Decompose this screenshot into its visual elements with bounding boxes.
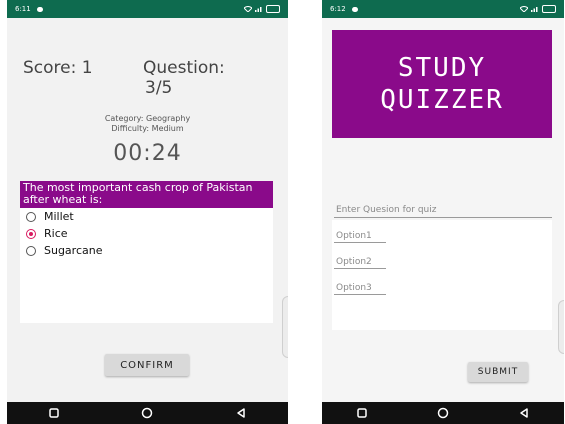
battery-icon	[542, 5, 556, 13]
question-card: The most important cash crop of Pakistan…	[20, 181, 273, 323]
recents-icon	[357, 408, 368, 418]
edge-handle[interactable]	[282, 296, 288, 358]
banner-title-line2: QUIZZER	[380, 85, 504, 115]
home-button[interactable]	[132, 402, 162, 424]
signal-icon	[255, 7, 262, 12]
question-number: 3/5	[145, 78, 173, 98]
submit-button[interactable]: SUBMIT	[468, 362, 528, 382]
option-label: Rice	[44, 227, 68, 240]
create-quiz-screen: 6:12 STUDY QUIZZER SUBMIT	[322, 0, 564, 424]
navigation-bar	[7, 402, 288, 424]
wifi-icon	[520, 6, 528, 12]
radio-button[interactable]	[26, 245, 36, 256]
recents-button[interactable]	[347, 402, 377, 424]
radio-button[interactable]	[26, 211, 36, 222]
option1-input[interactable]	[334, 229, 386, 243]
question-label: Question:	[143, 58, 225, 78]
radio-button-checked[interactable]	[26, 228, 36, 239]
home-button[interactable]	[428, 402, 458, 424]
recents-icon	[49, 408, 59, 418]
status-bar: 6:12	[322, 0, 564, 18]
score-label: Score: 1	[23, 58, 93, 78]
notification-icon	[351, 6, 358, 12]
back-icon	[519, 408, 528, 418]
back-button[interactable]	[509, 402, 539, 424]
back-button[interactable]	[226, 402, 256, 424]
signal-icon	[531, 7, 538, 12]
status-time: 6:11	[15, 5, 31, 13]
difficulty-label: Difficulty: Medium	[111, 124, 184, 133]
banner-title-line1: STUDY	[397, 53, 487, 83]
option-sugarcane[interactable]: Sugarcane	[20, 242, 273, 259]
battery-icon	[266, 5, 280, 13]
option-label: Sugarcane	[44, 244, 103, 257]
question-counter: Question: 3/5	[143, 58, 253, 98]
status-time: 6:12	[330, 5, 346, 13]
option-millet[interactable]: Millet	[20, 208, 273, 225]
status-icons	[244, 5, 280, 13]
question-input[interactable]	[334, 202, 552, 218]
edge-handle[interactable]	[558, 300, 564, 354]
category-label: Category: Geography	[104, 114, 191, 123]
option-label: Millet	[44, 210, 74, 223]
option3-input[interactable]	[334, 281, 386, 295]
home-icon	[142, 407, 153, 419]
status-icons	[520, 5, 556, 13]
confirm-button[interactable]: CONFIRM	[105, 354, 189, 376]
app-banner: STUDY QUIZZER	[332, 30, 552, 138]
quiz-screen: 6:11 Score: 1 Question: 3/5 Category: Ge…	[7, 0, 288, 424]
status-bar: 6:11	[7, 0, 288, 18]
option-rice[interactable]: Rice	[20, 225, 273, 242]
navigation-bar	[322, 402, 564, 424]
question-text: The most important cash crop of Pakistan…	[20, 181, 273, 208]
notification-icon	[36, 6, 43, 12]
wifi-icon	[244, 6, 252, 12]
recents-button[interactable]	[39, 402, 69, 424]
back-icon	[237, 408, 245, 418]
option2-input[interactable]	[334, 255, 386, 269]
home-icon	[437, 407, 449, 419]
countdown-timer: 00:24	[113, 141, 182, 166]
